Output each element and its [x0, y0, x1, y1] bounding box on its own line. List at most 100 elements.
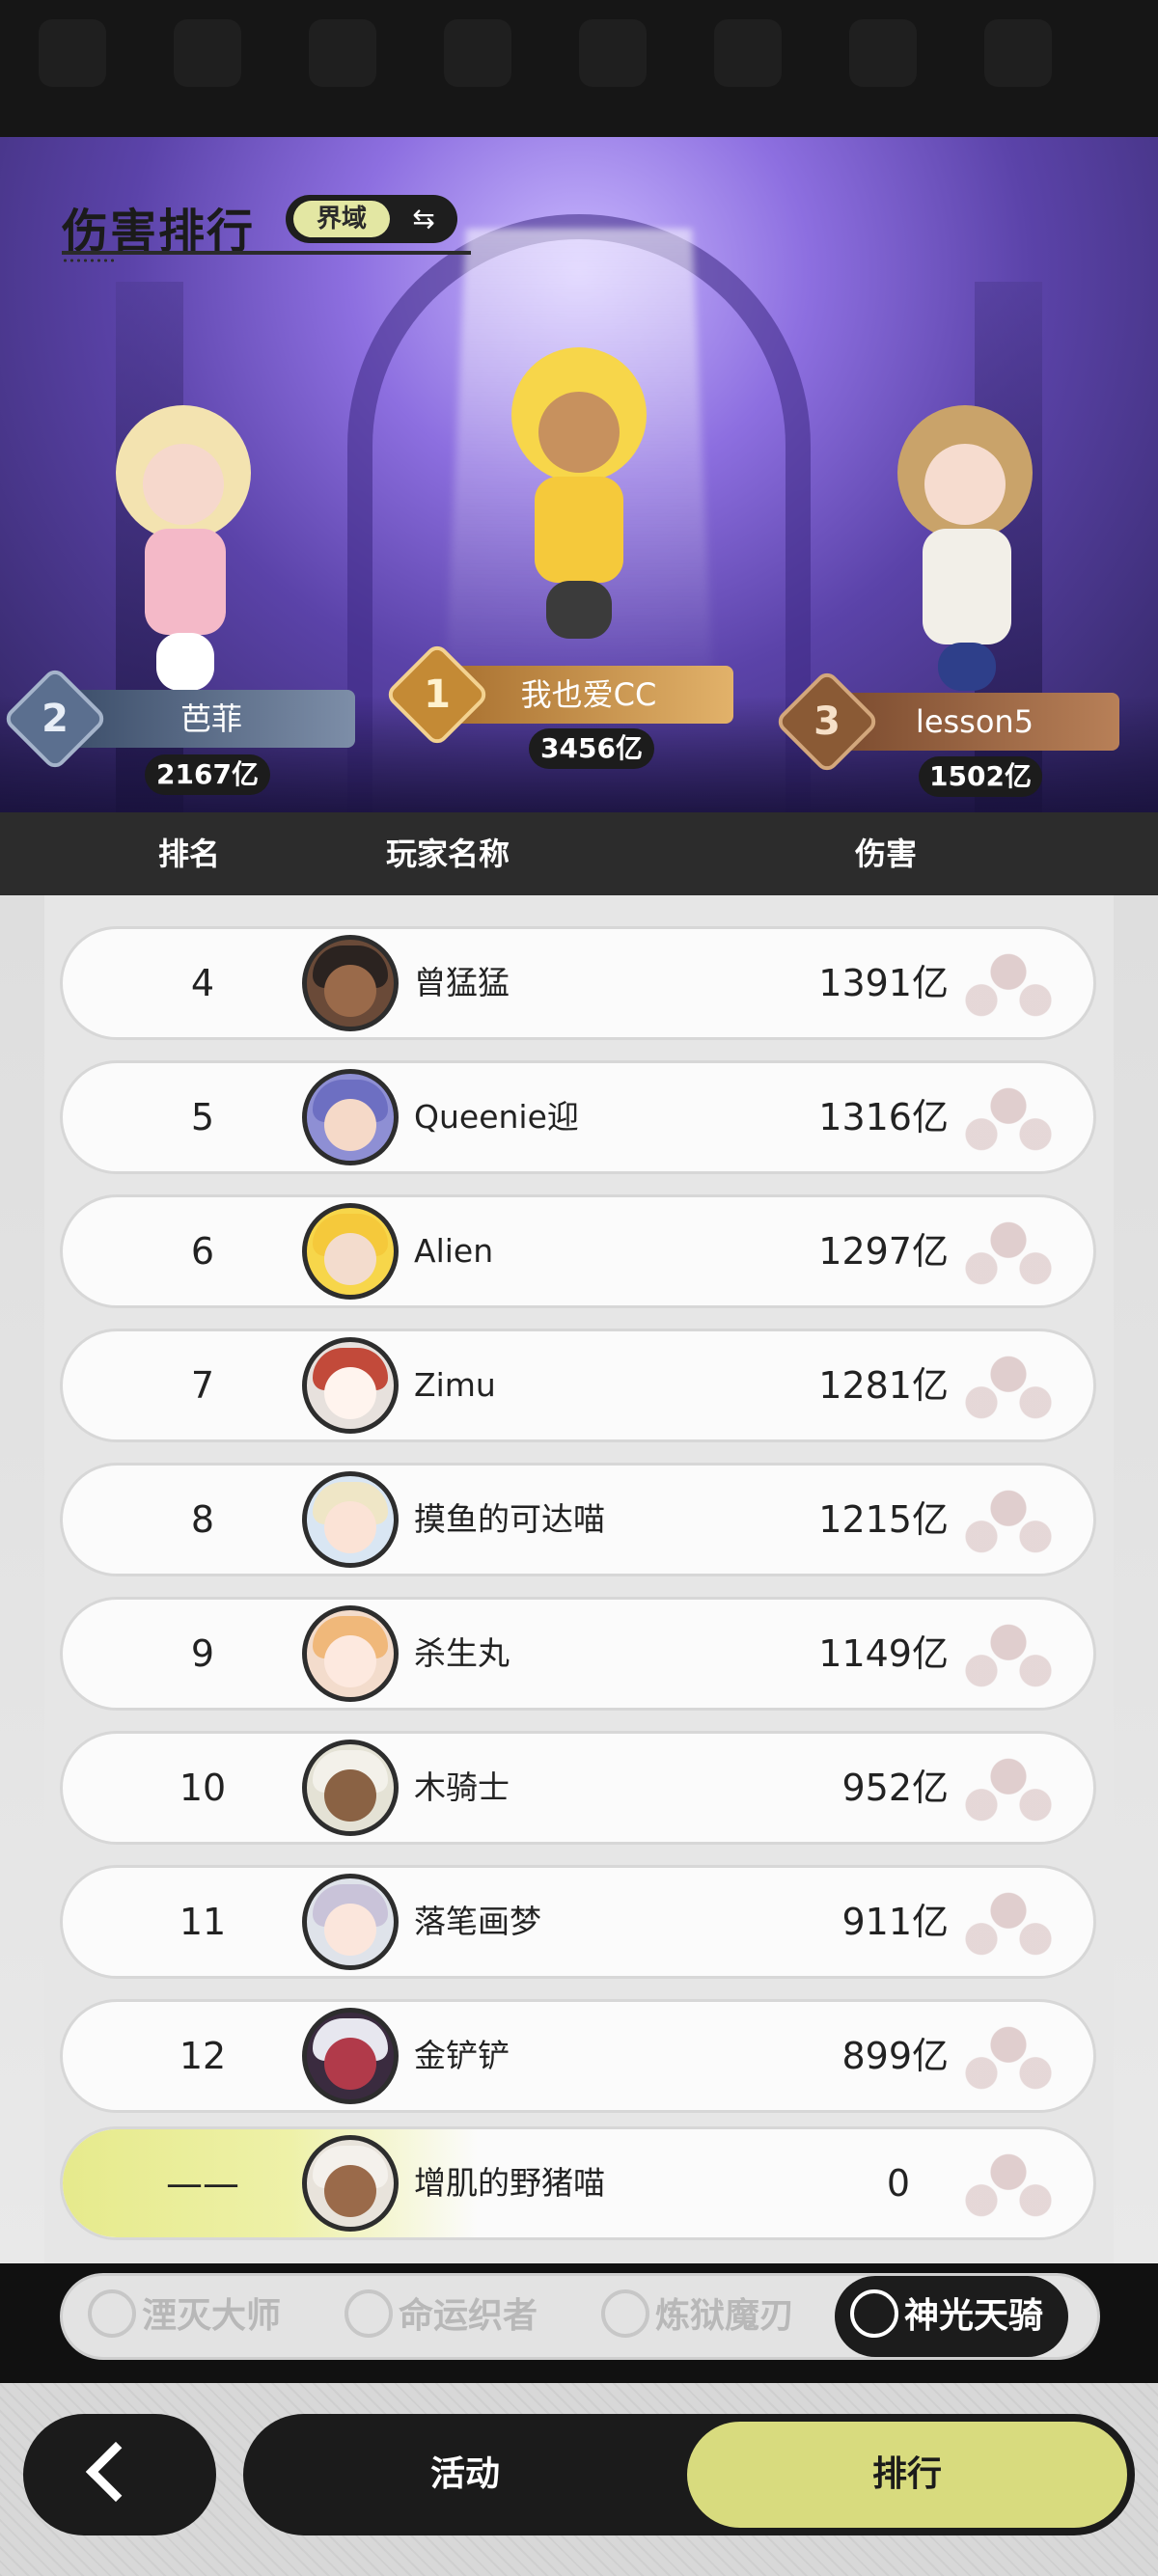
- tab-label: 炼狱魔刃: [655, 2296, 795, 2336]
- rank-number-1: 1: [424, 672, 451, 717]
- row-rank: 5: [190, 1096, 215, 1138]
- top-banner-strip: [0, 0, 1158, 137]
- decor-icon: [309, 19, 376, 87]
- row-rank: 4: [190, 962, 215, 1004]
- emblem-watermark: [941, 1073, 1076, 1167]
- character-legs: [546, 581, 612, 639]
- class-emblem-icon: [88, 2289, 136, 2338]
- row-rank: 8: [190, 1498, 215, 1541]
- podium-score-1: 3456亿: [529, 728, 654, 769]
- table-row[interactable]: 7 Zimu 1281亿: [60, 1329, 1096, 1442]
- character-body: [145, 529, 226, 635]
- table-row[interactable]: 12 金铲铲 899亿: [60, 1999, 1096, 2113]
- avatar: [302, 1874, 399, 1970]
- row-damage: 1281亿: [818, 1364, 949, 1407]
- emblem-watermark: [941, 1609, 1076, 1704]
- row-player-name: 落笔画梦: [414, 1903, 541, 1940]
- row-rank: ——: [166, 2162, 239, 2205]
- podium-character-1[interactable]: [454, 347, 704, 656]
- class-emblem-icon: [345, 2289, 393, 2338]
- podium-name-1: 我也爱CC: [444, 666, 733, 724]
- row-damage: 1316亿: [818, 1096, 949, 1138]
- tab-annihilation-master[interactable]: 湮灭大师: [88, 2276, 281, 2357]
- back-button[interactable]: [23, 2414, 216, 2535]
- row-player-name: 金铲铲: [414, 2037, 510, 2074]
- rank-number-3: 3: [813, 699, 841, 744]
- podium-name-2: 芭菲: [68, 690, 355, 748]
- row-rank: 7: [190, 1364, 215, 1407]
- avatar: [302, 1471, 399, 1568]
- emblem-watermark: [941, 2012, 1076, 2106]
- row-rank: 10: [179, 1767, 227, 1809]
- activity-button[interactable]: 活动: [243, 2414, 687, 2535]
- table-row[interactable]: 10 木骑士 952亿: [60, 1731, 1096, 1845]
- header-rank: 排名: [158, 836, 221, 872]
- realm-toggle-button[interactable]: 界域 ⇆: [286, 195, 457, 243]
- emblem-watermark: [941, 1207, 1076, 1302]
- self-rank-row[interactable]: —— 增肌的野猪喵 0: [60, 2126, 1096, 2240]
- avatar: [302, 1203, 399, 1300]
- ranking-button[interactable]: 排行: [687, 2422, 1127, 2528]
- avatar: [302, 1069, 399, 1165]
- decor-icon: [579, 19, 647, 87]
- podium-character-3[interactable]: [849, 405, 1081, 695]
- table-row[interactable]: 6 Alien 1297亿: [60, 1194, 1096, 1308]
- row-damage: 1215亿: [818, 1498, 949, 1541]
- decor-icon: [174, 19, 241, 87]
- bottom-segment-control: 活动 排行: [243, 2414, 1135, 2535]
- header-player: 玩家名称: [386, 836, 510, 872]
- avatar: [302, 2008, 399, 2104]
- class-emblem-icon: [601, 2289, 649, 2338]
- character-body: [535, 477, 623, 583]
- row-damage: 1391亿: [818, 962, 949, 1004]
- table-row[interactable]: 5 Queenie迎 1316亿: [60, 1060, 1096, 1174]
- rank-number-2: 2: [41, 697, 69, 741]
- character-legs: [156, 633, 214, 691]
- avatar: [302, 1740, 399, 1836]
- tab-fate-weaver[interactable]: 命运织者: [345, 2276, 538, 2357]
- table-header: 排名 玩家名称 伤害: [0, 812, 1158, 895]
- class-filter-tabs: 湮灭大师 命运织者 炼狱魔刃 神光天骑: [60, 2273, 1100, 2360]
- row-player-name: Zimu: [414, 1366, 496, 1404]
- row-damage: 1149亿: [818, 1632, 949, 1675]
- character-legs: [938, 643, 996, 691]
- podium-character-2[interactable]: [68, 405, 299, 695]
- tab-label: 湮灭大师: [142, 2296, 282, 2336]
- decor-icon: [849, 19, 917, 87]
- row-rank: 12: [179, 2035, 227, 2077]
- avatar: [302, 1605, 399, 1702]
- table-row[interactable]: 11 落笔画梦 911亿: [60, 1865, 1096, 1979]
- tab-divine-knight[interactable]: 神光天骑: [835, 2276, 1069, 2357]
- character-body: [923, 529, 1011, 644]
- podium-score-2: 2167亿: [145, 754, 270, 795]
- realm-label: 界域: [293, 201, 390, 237]
- emblem-watermark: [941, 1341, 1076, 1436]
- emblem-watermark: [941, 2139, 1076, 2233]
- table-row[interactable]: 9 杀生丸 1149亿: [60, 1597, 1096, 1711]
- character-face: [538, 392, 620, 473]
- row-damage: 0: [886, 2162, 910, 2205]
- header-damage: 伤害: [855, 836, 918, 872]
- character-face: [924, 444, 1006, 525]
- row-rank: 11: [179, 1901, 227, 1943]
- row-rank: 6: [190, 1230, 215, 1273]
- row-player-name: Queenie迎: [414, 1098, 579, 1136]
- tab-inferno-blade[interactable]: 炼狱魔刃: [601, 2276, 794, 2357]
- table-row[interactable]: 8 摸鱼的可达喵 1215亿: [60, 1463, 1096, 1576]
- decor-icon: [39, 19, 106, 87]
- row-damage: 911亿: [841, 1901, 949, 1943]
- row-player-name: 木骑士: [414, 1768, 510, 1806]
- row-rank: 9: [190, 1632, 215, 1675]
- table-row[interactable]: 4 曾猛猛 1391亿: [60, 926, 1096, 1040]
- tab-label: 神光天骑: [904, 2296, 1044, 2336]
- podium-score-3: 1502亿: [919, 756, 1042, 797]
- title-dots: [62, 259, 114, 262]
- decor-icon: [984, 19, 1052, 87]
- avatar: [302, 935, 399, 1031]
- row-damage: 952亿: [841, 1767, 949, 1809]
- character-face: [143, 444, 224, 525]
- row-player-name: 曾猛猛: [414, 964, 510, 1001]
- swap-icon: ⇆: [412, 203, 435, 234]
- class-emblem-icon: [850, 2289, 898, 2338]
- emblem-watermark: [941, 939, 1076, 1033]
